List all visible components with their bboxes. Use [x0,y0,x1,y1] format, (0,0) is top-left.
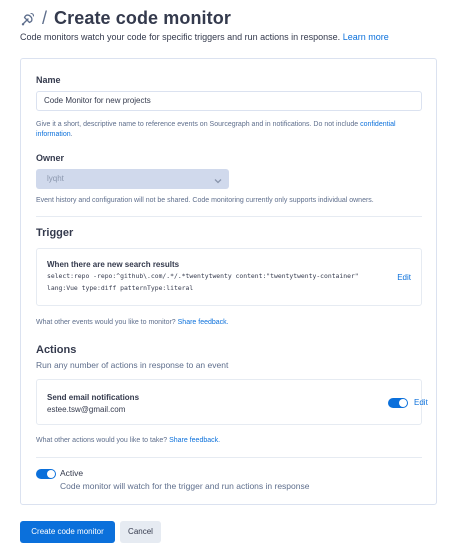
email-address: estee.tsw@gmail.com [47,405,126,414]
email-action-toggle[interactable] [388,398,408,408]
active-toggle[interactable] [36,469,56,479]
trigger-card: When there are new search results select… [36,248,422,306]
divider [36,457,422,458]
email-action-edit-button[interactable]: Edit [414,398,428,407]
confidential-link[interactable]: confidential [360,121,395,128]
cancel-button[interactable]: Cancel [120,521,161,543]
owner-label: Owner [36,153,65,163]
divider [36,216,422,217]
name-help-text: Give it a short, descriptive name to ref… [36,120,426,140]
active-description: Code monitor will watch for the trigger … [60,481,310,491]
actions-feedback: What other actions would you like to tak… [36,436,220,446]
chevron-down-icon [213,174,223,184]
name-help-body: Give it a short, descriptive name to ref… [36,121,359,128]
page-subtitle: Code monitors watch your code for specif… [20,32,389,42]
actions-description: Run any number of actions in response to… [36,360,229,370]
information-link[interactable]: information [36,131,71,138]
trigger-query-line-2: lang:Vue type:diff patternType:literal [47,284,194,292]
monitor-form-card: Name Code Monitor for new projects Give … [20,58,437,505]
learn-more-link[interactable]: Learn more [343,32,389,42]
actions-feedback-link[interactable]: Share feedback. [169,437,220,444]
name-label: Name [36,75,61,85]
toggle-knob [399,399,407,407]
owner-select-value: lyqht [47,174,64,183]
breadcrumb-separator: / [42,8,48,28]
trigger-feedback-link[interactable]: Share feedback. [178,319,229,326]
owner-select[interactable]: lyqht [36,169,229,189]
actions-feedback-prompt: What other actions would you like to tak… [36,437,168,444]
owner-help-text: Event history and configuration will not… [36,197,374,204]
page-title: Create code monitor [54,8,231,28]
email-action-title: Send email notifications [47,393,140,402]
email-action-card[interactable]: Send email notifications estee.tsw@gmail… [36,379,428,425]
code-monitoring-icon [20,11,36,27]
trigger-feedback: What other events would you like to moni… [36,318,229,328]
trigger-heading: Trigger [36,227,74,239]
active-label: Active [60,468,84,478]
page-header: / Create code monitor [20,8,231,29]
subtitle-text: Code monitors watch your code for specif… [20,32,341,42]
trigger-query-line-1: select:repo -repo:^github\.com/.*/.*twen… [47,272,359,280]
trigger-title: When there are new search results [47,260,180,269]
actions-heading: Actions [36,344,77,356]
toggle-knob [47,470,55,478]
name-input[interactable]: Code Monitor for new projects [36,91,422,111]
trigger-feedback-prompt: What other events would you like to moni… [36,319,176,326]
name-help-tail: . [70,131,73,138]
create-code-monitor-button[interactable]: Create code monitor [20,521,115,543]
trigger-edit-button[interactable]: Edit [397,273,411,282]
